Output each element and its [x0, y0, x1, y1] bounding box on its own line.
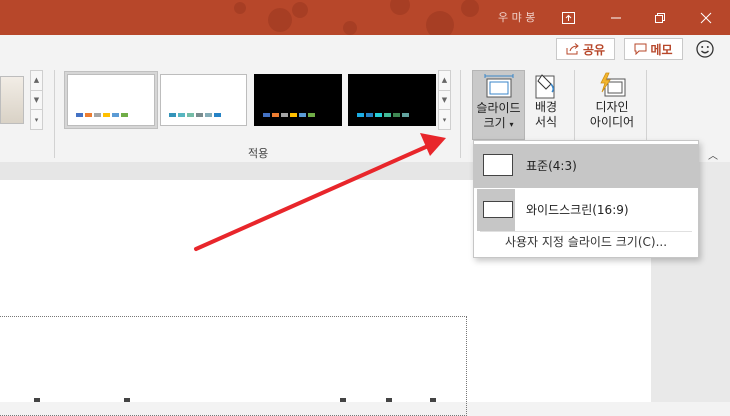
themes-group-label: 적용	[248, 147, 269, 160]
variant-thumbnail-partial[interactable]	[0, 76, 24, 124]
comment-label: 메모	[650, 42, 673, 57]
standard-slide-icon	[483, 154, 513, 176]
theme-thumbnail[interactable]	[348, 74, 436, 126]
theme-color-swatch	[393, 113, 400, 117]
theme-color-swatch	[402, 113, 409, 117]
command-bar	[0, 35, 730, 65]
menu-separator	[480, 231, 692, 232]
theme-color-swatch	[272, 113, 279, 117]
comment-button[interactable]: 메모	[624, 38, 683, 60]
theme-color-swatch	[214, 113, 221, 117]
share-icon	[566, 43, 579, 55]
format-background-button[interactable]: 배경 서식	[527, 70, 565, 140]
slide-size-button[interactable]: 슬라이드 크기 ▾	[472, 70, 525, 140]
theme-color-swatch	[178, 113, 185, 117]
theme-color-swatch	[290, 113, 297, 117]
slide-size-label-line1: 슬라이드	[476, 101, 521, 115]
widescreen-slide-icon	[483, 201, 513, 218]
user-name[interactable]: 우 먀 봉	[498, 9, 535, 25]
custom-slide-size-label: 사용자 지정 슬라이드 크기(C)...	[504, 235, 668, 249]
share-button[interactable]: 공유	[556, 38, 615, 60]
option-label: 표준(4:3)	[526, 159, 577, 173]
close-button[interactable]	[684, 0, 728, 35]
theme-color-swatch	[103, 113, 110, 117]
format-background-label-line1: 배경	[534, 100, 558, 114]
theme-color-swatch	[85, 113, 92, 117]
custom-slide-size-option[interactable]: 사용자 지정 슬라이드 크기(C)...	[474, 233, 698, 255]
theme-color-swatch	[357, 113, 364, 117]
theme-thumbnail[interactable]	[67, 74, 155, 126]
themes-gallery-scroll[interactable]: ▲ ▼ ▾	[438, 70, 451, 130]
theme-color-swatch	[121, 113, 128, 117]
design-ideas-label-line1: 디자인	[595, 100, 629, 114]
feedback-smiley-icon[interactable]	[694, 38, 716, 60]
format-background-label-line2: 서식	[534, 115, 558, 129]
theme-color-bars	[357, 113, 409, 117]
ribbon-display-icon	[561, 11, 575, 24]
slide-size-dropdown: 표준(4:3) 와이드스크린(16:9) 사용자 지정 슬라이드 크기(C)..…	[473, 140, 699, 258]
restore-icon	[655, 12, 665, 23]
design-ideas-icon	[600, 72, 626, 97]
comment-icon	[634, 43, 647, 55]
share-label: 공유	[582, 42, 606, 57]
collapse-ribbon-icon[interactable]: ︿	[708, 147, 718, 162]
gallery-up-icon[interactable]: ▲	[439, 71, 450, 91]
theme-color-swatch	[112, 113, 119, 117]
theme-color-swatch	[187, 113, 194, 117]
theme-color-swatch	[281, 113, 288, 117]
ribbon-display-options-button[interactable]	[546, 0, 590, 35]
theme-color-swatch	[205, 113, 212, 117]
group-separator	[460, 70, 461, 158]
theme-color-swatch	[263, 113, 270, 117]
theme-color-swatch	[76, 113, 83, 117]
theme-thumbnail[interactable]	[160, 74, 247, 126]
design-ideas-label-line2: 아이디어	[589, 115, 635, 129]
theme-color-swatch	[94, 113, 101, 117]
dropdown-caret-icon: ▾	[509, 120, 514, 129]
theme-color-bars	[263, 113, 315, 117]
close-icon	[700, 12, 712, 23]
theme-color-swatch	[375, 113, 382, 117]
design-ideas-button[interactable]: 디자인 아이디어	[582, 70, 642, 140]
theme-color-swatch	[366, 113, 373, 117]
gallery-more-icon[interactable]: ▾	[31, 110, 42, 129]
theme-color-bars	[169, 113, 221, 117]
restore-button[interactable]	[638, 0, 682, 35]
variants-gallery-scroll[interactable]: ▲ ▼ ▾	[30, 70, 43, 130]
title-bar: 우 먀 봉	[0, 0, 730, 35]
theme-color-swatch	[308, 113, 315, 117]
minimize-icon	[611, 17, 621, 18]
theme-color-swatch	[299, 113, 306, 117]
gallery-more-icon[interactable]: ▾	[439, 110, 450, 129]
theme-thumbnail[interactable]	[254, 74, 342, 126]
slide-size-icon	[484, 74, 513, 98]
theme-color-swatch	[169, 113, 176, 117]
minimize-button[interactable]	[594, 0, 638, 35]
theme-color-swatch	[384, 113, 391, 117]
format-background-icon	[535, 74, 555, 99]
slide-size-label-line2: 크기 ▾	[483, 116, 514, 130]
theme-color-swatch	[196, 113, 203, 117]
theme-color-bars	[76, 113, 128, 117]
group-separator	[54, 70, 55, 158]
slide-size-widescreen-option[interactable]: 와이드스크린(16:9)	[474, 188, 698, 232]
gallery-up-icon[interactable]: ▲	[31, 71, 42, 91]
slide-size-standard-option[interactable]: 표준(4:3)	[474, 144, 698, 188]
gallery-down-icon[interactable]: ▼	[439, 91, 450, 111]
content-placeholder[interactable]	[0, 316, 467, 416]
gallery-down-icon[interactable]: ▼	[31, 91, 42, 111]
option-label: 와이드스크린(16:9)	[526, 203, 629, 217]
